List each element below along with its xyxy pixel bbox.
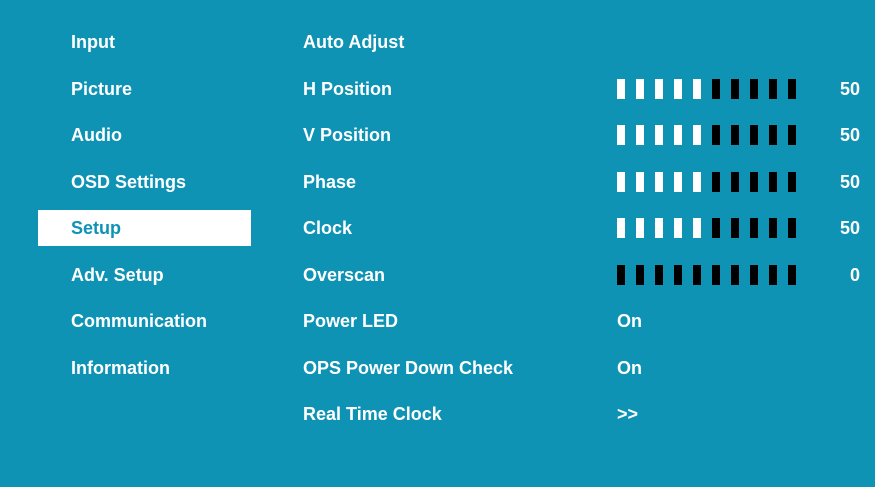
level-segment <box>655 125 663 145</box>
level-segment <box>655 78 663 99</box>
level-segment <box>788 78 796 99</box>
level-segment <box>617 78 625 99</box>
menu-item-picture[interactable]: Picture <box>38 71 251 107</box>
level-segment <box>788 171 796 192</box>
clock-value: 50 <box>839 218 860 238</box>
ops-power-down-check-value: On <box>617 357 642 378</box>
level-segment <box>769 264 777 285</box>
option-label: Clock <box>303 218 353 238</box>
setup-options: Auto Adjust H Position 50 V Position 50 … <box>303 24 863 443</box>
v-position-slider[interactable] <box>617 125 796 145</box>
menu-item-osd-settings[interactable]: OSD Settings <box>38 164 251 200</box>
level-segment <box>617 171 625 192</box>
level-segment <box>750 78 758 99</box>
level-segment <box>712 125 720 145</box>
level-segment <box>712 218 720 238</box>
option-auto-adjust[interactable]: Auto Adjust <box>303 24 863 60</box>
h-position-slider[interactable] <box>617 78 796 99</box>
level-segment <box>750 171 758 192</box>
menu-item-audio[interactable]: Audio <box>38 117 251 153</box>
option-overscan[interactable]: Overscan 0 <box>303 257 863 293</box>
level-segment <box>617 264 625 285</box>
level-segment <box>750 264 758 285</box>
level-segment <box>693 171 701 192</box>
level-segment <box>617 125 625 145</box>
v-position-value: 50 <box>839 125 860 145</box>
level-segment <box>788 264 796 285</box>
level-segment <box>731 218 739 238</box>
option-power-led[interactable]: Power LED On <box>303 303 863 339</box>
level-segment <box>674 218 682 238</box>
level-segment <box>712 78 720 99</box>
phase-slider[interactable] <box>617 171 796 192</box>
menu-item-information[interactable]: Information <box>38 350 251 386</box>
level-segment <box>769 78 777 99</box>
option-ops-power-down-check[interactable]: OPS Power Down Check On <box>303 350 863 386</box>
level-segment <box>769 125 777 145</box>
option-label: Phase <box>303 171 357 192</box>
level-segment <box>731 171 739 192</box>
level-segment <box>788 218 796 238</box>
level-segment <box>750 125 758 145</box>
level-segment <box>636 171 644 192</box>
h-position-value: 50 <box>839 78 860 99</box>
level-segment <box>674 171 682 192</box>
option-v-position[interactable]: V Position 50 <box>303 117 863 153</box>
level-segment <box>617 218 625 238</box>
level-segment <box>731 264 739 285</box>
overscan-value: 0 <box>849 264 860 285</box>
level-segment <box>769 171 777 192</box>
option-label: Power LED <box>303 311 399 331</box>
overscan-slider[interactable] <box>617 264 796 285</box>
option-label: Overscan <box>303 264 386 285</box>
level-segment <box>750 218 758 238</box>
menu-item-adv-setup[interactable]: Adv. Setup <box>38 257 251 293</box>
option-label: Auto Adjust <box>303 32 405 52</box>
level-segment <box>655 218 663 238</box>
menu-item-input[interactable]: Input <box>38 24 251 60</box>
level-segment <box>693 264 701 285</box>
level-segment <box>655 264 663 285</box>
level-segment <box>693 218 701 238</box>
osd-panel: Input Picture Audio OSD Settings Setup A… <box>0 0 875 487</box>
level-segment <box>636 78 644 99</box>
level-segment <box>731 125 739 145</box>
level-segment <box>788 125 796 145</box>
option-label: OPS Power Down Check <box>303 357 514 378</box>
level-segment <box>636 264 644 285</box>
option-label: V Position <box>303 125 392 145</box>
option-label: H Position <box>303 78 392 99</box>
level-segment <box>636 125 644 145</box>
clock-slider[interactable] <box>617 218 796 238</box>
level-segment <box>693 78 701 99</box>
level-segment <box>674 264 682 285</box>
phase-value: 50 <box>839 171 860 192</box>
option-h-position[interactable]: H Position 50 <box>303 71 863 107</box>
level-segment <box>731 78 739 99</box>
level-segment <box>769 218 777 238</box>
real-time-clock-submenu-arrow: >> <box>617 404 639 424</box>
option-real-time-clock[interactable]: Real Time Clock >> <box>303 396 863 432</box>
menu-item-communication[interactable]: Communication <box>38 303 251 339</box>
level-segment <box>693 125 701 145</box>
level-segment <box>636 218 644 238</box>
level-segment <box>712 264 720 285</box>
level-segment <box>674 125 682 145</box>
level-segment <box>674 78 682 99</box>
level-segment <box>655 171 663 192</box>
option-clock[interactable]: Clock 50 <box>303 210 863 246</box>
power-led-value: On <box>617 311 642 331</box>
option-phase[interactable]: Phase 50 <box>303 164 863 200</box>
menu-item-setup[interactable]: Setup <box>38 210 251 246</box>
main-menu: Input Picture Audio OSD Settings Setup A… <box>38 24 251 396</box>
level-segment <box>712 171 720 192</box>
option-label: Real Time Clock <box>303 404 442 424</box>
